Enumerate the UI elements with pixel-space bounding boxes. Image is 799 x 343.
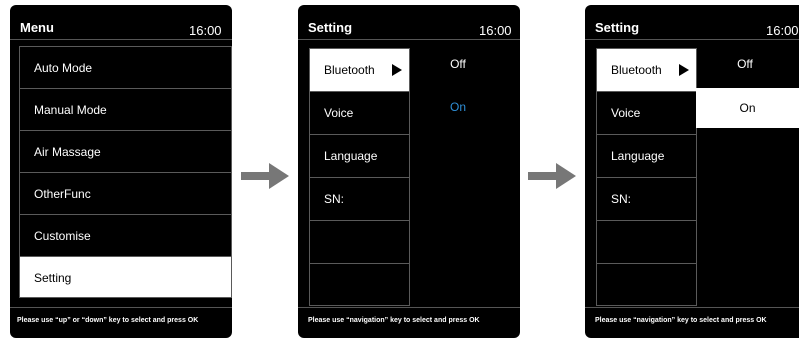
menu-item-manual-mode[interactable]: Manual Mode xyxy=(19,88,232,130)
menu-item-label: Auto Mode xyxy=(34,61,93,75)
footer-hint: Please use “navigation” key to select an… xyxy=(595,317,767,324)
setting-item-empty xyxy=(309,263,410,306)
play-icon xyxy=(679,64,689,76)
right-arrow-icon xyxy=(528,163,576,189)
setting-item-label: Language xyxy=(324,149,378,163)
footer-hint: Please use “navigation” key to select an… xyxy=(308,317,480,324)
setting-item-empty xyxy=(309,220,410,263)
option-on[interactable]: On xyxy=(438,100,478,118)
play-icon xyxy=(392,64,402,76)
setting-item-label: SN: xyxy=(324,192,345,206)
setting-item-sn[interactable]: SN: xyxy=(309,177,410,220)
menu-item-customise[interactable]: Customise xyxy=(19,214,232,256)
setting-item-bluetooth[interactable]: Bluetooth xyxy=(309,48,410,91)
setting-item-voice[interactable]: Voice xyxy=(596,91,697,134)
clock-time: 16:00 xyxy=(479,23,512,38)
setting-item-empty xyxy=(596,220,697,263)
option-off[interactable]: Off xyxy=(438,57,478,75)
clock-time: 16:00 xyxy=(766,23,799,38)
option-off[interactable]: Off xyxy=(725,57,765,75)
setting-item-bluetooth[interactable]: Bluetooth xyxy=(596,48,697,91)
setting-item-label: Voice xyxy=(611,106,641,120)
screen-title: Setting xyxy=(595,20,640,35)
menu-item-label: Customise xyxy=(34,229,91,243)
clock-time: 16:00 xyxy=(189,23,222,38)
setting-item-label: Voice xyxy=(324,106,354,120)
menu-item-label: OtherFunc xyxy=(34,187,91,201)
setting-item-label: Bluetooth xyxy=(324,63,375,77)
setting-list: Bluetooth Voice Language SN: xyxy=(309,48,410,306)
option-on-selected[interactable]: On xyxy=(696,88,799,128)
setting-item-empty xyxy=(596,263,697,306)
menu-screen: Menu 16:00 Auto Mode Manual Mode Air Mas… xyxy=(10,5,232,338)
stage: Menu 16:00 Auto Mode Manual Mode Air Mas… xyxy=(0,0,799,343)
footer-hint: Please use “up” or “down” key to select … xyxy=(17,317,199,324)
menu-item-label: Setting xyxy=(34,271,72,285)
option-label: Off xyxy=(737,57,753,71)
header-divider xyxy=(585,39,799,40)
menu-list: Auto Mode Manual Mode Air Massage OtherF… xyxy=(19,46,232,298)
setting-list: Bluetooth Voice Language SN: xyxy=(596,48,697,306)
setting-screen: Setting 16:00 Bluetooth Voice Language S… xyxy=(298,5,520,338)
menu-item-auto-mode[interactable]: Auto Mode xyxy=(19,46,232,88)
setting-item-label: SN: xyxy=(611,192,632,206)
menu-item-otherfunc[interactable]: OtherFunc xyxy=(19,172,232,214)
menu-item-air-massage[interactable]: Air Massage xyxy=(19,130,232,172)
menu-item-setting[interactable]: Setting xyxy=(19,256,232,298)
menu-item-label: Manual Mode xyxy=(34,103,107,117)
setting-item-language[interactable]: Language xyxy=(309,134,410,177)
screen-title: Setting xyxy=(308,20,353,35)
setting-item-voice[interactable]: Voice xyxy=(309,91,410,134)
header-divider xyxy=(10,39,232,40)
header-divider xyxy=(298,39,520,40)
setting-screen-selected: Setting 16:00 Bluetooth Voice Language S… xyxy=(585,5,799,338)
option-label: Off xyxy=(450,57,466,71)
setting-item-label: Language xyxy=(611,149,665,163)
option-label: On xyxy=(739,101,756,115)
menu-item-label: Air Massage xyxy=(34,145,101,159)
setting-item-language[interactable]: Language xyxy=(596,134,697,177)
setting-item-label: Bluetooth xyxy=(611,63,662,77)
screen-title: Menu xyxy=(20,20,54,35)
option-label: On xyxy=(449,100,466,114)
setting-item-sn[interactable]: SN: xyxy=(596,177,697,220)
right-arrow-icon xyxy=(241,163,289,189)
